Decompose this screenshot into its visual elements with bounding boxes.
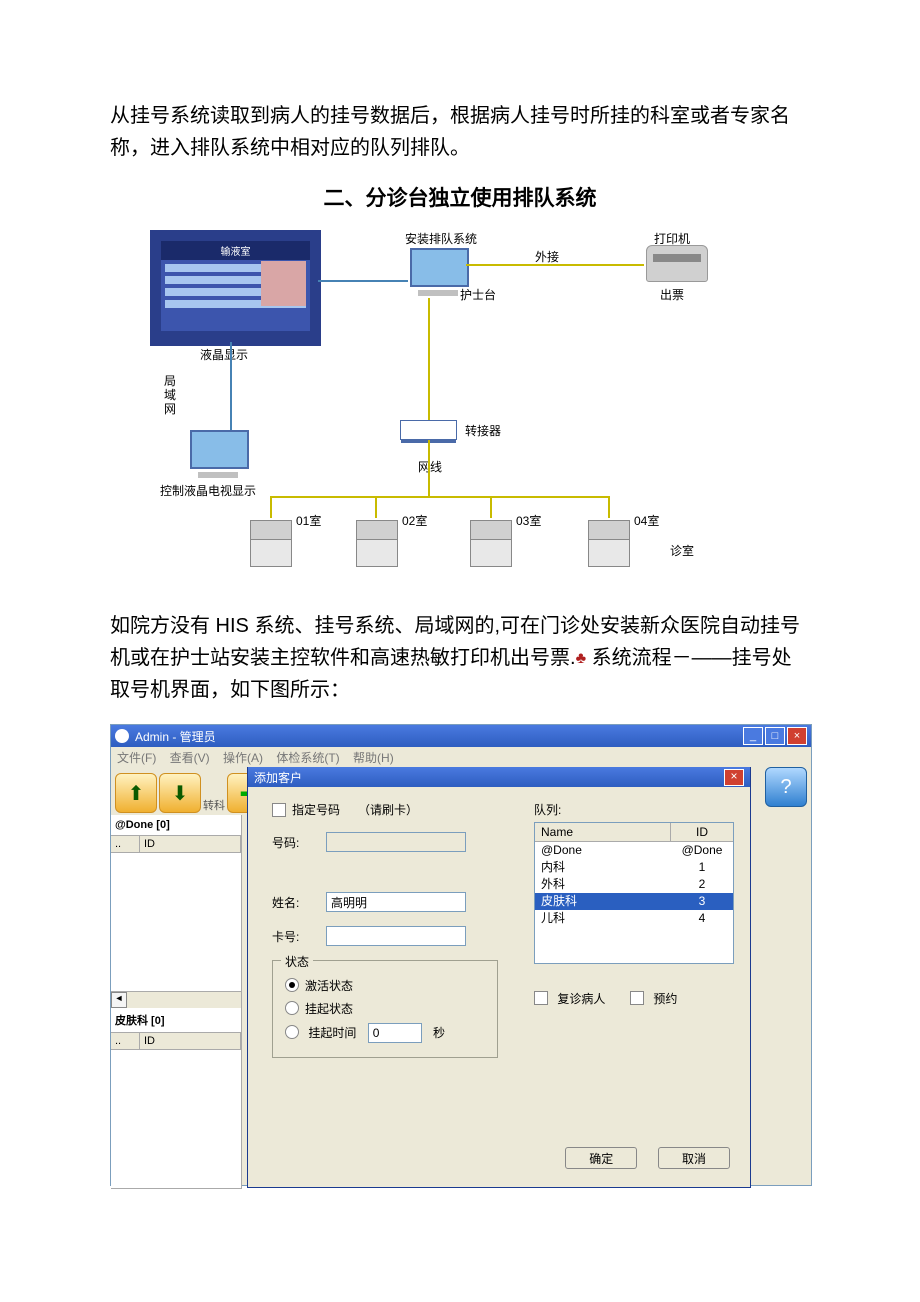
specify-number-checkbox[interactable] xyxy=(272,803,286,817)
reserve-label: 预约 xyxy=(653,992,677,1006)
radio-active-label: 激活状态 xyxy=(305,979,353,993)
menu-view[interactable]: 查看(V) xyxy=(170,751,210,765)
radio-hold-label: 挂起状态 xyxy=(305,1002,353,1016)
add-customer-dialog: 添加客户 × 指定号码 （请刷卡） 号码: 姓名: xyxy=(247,767,751,1188)
nurse-monitor xyxy=(410,248,465,293)
minimize-button[interactable]: _ xyxy=(743,727,763,745)
name-label: 姓名: xyxy=(272,894,326,911)
section-heading: 二、分诊台独立使用排队系统 xyxy=(110,182,810,212)
system-diagram: 输液室 液晶显示 局域网 控制液晶电视显示 安装排队系统 护士台 外接 打印机 … xyxy=(150,230,810,580)
revisit-label: 复诊病人 xyxy=(557,992,605,1006)
ok-button[interactable]: 确定 xyxy=(565,1147,637,1169)
room-device-4 xyxy=(588,520,628,567)
cancel-button[interactable]: 取消 xyxy=(658,1147,730,1169)
queue-label: 队列: xyxy=(534,801,734,818)
hold-time-unit: 秒 xyxy=(433,1026,445,1040)
app-title: Admin - 管理员 xyxy=(135,728,216,745)
dialog-title: 添加客户 xyxy=(254,769,302,786)
dialog-close-button[interactable]: × xyxy=(724,769,744,786)
name-input[interactable] xyxy=(326,892,466,912)
tool-transfer-label: 转科 xyxy=(203,797,225,813)
ticket-label: 出票 xyxy=(660,286,684,303)
hold-time-input[interactable] xyxy=(368,1023,422,1043)
dialog-titlebar[interactable]: 添加客户 × xyxy=(248,767,750,787)
card-label: 卡号: xyxy=(272,928,326,945)
radio-hold-time-label: 挂起时间 xyxy=(308,1026,356,1040)
left-panel: @Done [0] .. ID ◄ 皮肤科 [0] .. ID xyxy=(111,815,242,1189)
app-window: Admin - 管理员 _ □ × 文件(F) 查看(V) 操作(A) 体检系统… xyxy=(110,724,812,1186)
left-done-section[interactable]: @Done [0] xyxy=(111,815,241,836)
reserve-checkbox[interactable] xyxy=(630,991,644,1005)
room-1-label: 01室 xyxy=(296,512,321,529)
status-legend: 状态 xyxy=(281,953,313,970)
card-input[interactable] xyxy=(326,926,466,946)
control-monitor xyxy=(190,430,245,475)
install-label: 安装排队系统 xyxy=(405,230,477,247)
room-4-label: 04室 xyxy=(634,512,659,529)
queue-row[interactable]: 皮肤科3 xyxy=(535,893,733,910)
left-skin-section[interactable]: 皮肤科 [0] xyxy=(111,1008,241,1033)
queue-col-name[interactable]: Name xyxy=(535,823,671,841)
ext-label: 外接 xyxy=(535,248,559,265)
menu-exam[interactable]: 体检系统(T) xyxy=(276,751,339,765)
queue-row[interactable]: 内科1 xyxy=(535,859,733,876)
left-done-header: .. ID xyxy=(111,836,241,853)
col-id-2[interactable]: ID xyxy=(140,1033,241,1049)
number-label: 号码: xyxy=(272,834,326,851)
room-2-label: 02室 xyxy=(402,512,427,529)
radio-hold-time[interactable] xyxy=(285,1025,299,1039)
room-device-2 xyxy=(356,520,396,567)
mid-paragraph: 如院方没有 HIS 系统、挂号系统、局域网的,可在门诊处安装新众医院自动挂号机或… xyxy=(110,610,810,706)
converter-icon xyxy=(400,420,457,440)
queue-row[interactable]: 外科2 xyxy=(535,876,733,893)
number-input xyxy=(326,832,466,852)
menu-action[interactable]: 操作(A) xyxy=(223,751,263,765)
room-device-3 xyxy=(470,520,510,567)
tv-header: 输液室 xyxy=(161,241,310,260)
radio-active[interactable] xyxy=(285,978,299,992)
queue-row[interactable]: 儿科4 xyxy=(535,910,733,927)
intro-paragraph: 从挂号系统读取到病人的挂号数据后，根据病人挂号时所挂的科室或者专家名称，进入排队… xyxy=(110,100,810,164)
app-titlebar[interactable]: Admin - 管理员 _ □ × xyxy=(111,725,811,747)
queue-panel: 队列: Name ID @Done@Done内科1外科2皮肤科3儿科4 复诊病人 xyxy=(534,801,734,1007)
menu-help[interactable]: 帮助(H) xyxy=(353,751,394,765)
room-3-label: 03室 xyxy=(516,512,541,529)
revisit-checkbox[interactable] xyxy=(534,991,548,1005)
specify-number-label: 指定号码 xyxy=(292,801,340,818)
queue-list[interactable]: Name ID @Done@Done内科1外科2皮肤科3儿科4 xyxy=(534,822,734,964)
swipe-hint: （请刷卡） xyxy=(358,801,418,818)
control-monitor-label: 控制液晶电视显示 xyxy=(160,482,256,499)
room-area-label: 诊室 xyxy=(670,542,694,559)
tool-btn-1[interactable]: ⬆ xyxy=(115,773,157,813)
help-button[interactable]: ? xyxy=(765,767,807,807)
room-device-1 xyxy=(250,520,290,567)
left-skin-header: .. ID xyxy=(111,1033,241,1050)
close-button[interactable]: × xyxy=(787,727,807,745)
printer-icon xyxy=(646,245,708,282)
right-edge: ? xyxy=(751,809,811,1185)
col-dots: .. xyxy=(111,836,140,852)
col-id[interactable]: ID xyxy=(140,836,241,852)
status-group: 状态 激活状态 挂起状态 挂起时间 秒 xyxy=(272,960,498,1058)
maximize-button[interactable]: □ xyxy=(765,727,785,745)
queue-col-id[interactable]: ID xyxy=(671,823,733,841)
col-dots-2: .. xyxy=(111,1033,140,1049)
radio-hold[interactable] xyxy=(285,1001,299,1015)
app-icon xyxy=(115,729,129,743)
lcd-display-tv: 输液室 xyxy=(150,230,321,346)
tool-btn-2[interactable]: ⬇ xyxy=(159,773,201,813)
menu-file[interactable]: 文件(F) xyxy=(117,751,156,765)
tv-caption: 液晶显示 xyxy=(200,346,248,363)
left-hscroll[interactable]: ◄ xyxy=(111,992,241,1008)
cable-label: 网线 xyxy=(418,458,442,475)
converter-label: 转接器 xyxy=(465,422,501,439)
queue-row[interactable]: @Done@Done xyxy=(535,842,733,859)
lan-label: 局域网 xyxy=(164,374,176,416)
bullet-icon: ♣ xyxy=(576,650,587,667)
nurse-label: 护士台 xyxy=(460,286,496,303)
